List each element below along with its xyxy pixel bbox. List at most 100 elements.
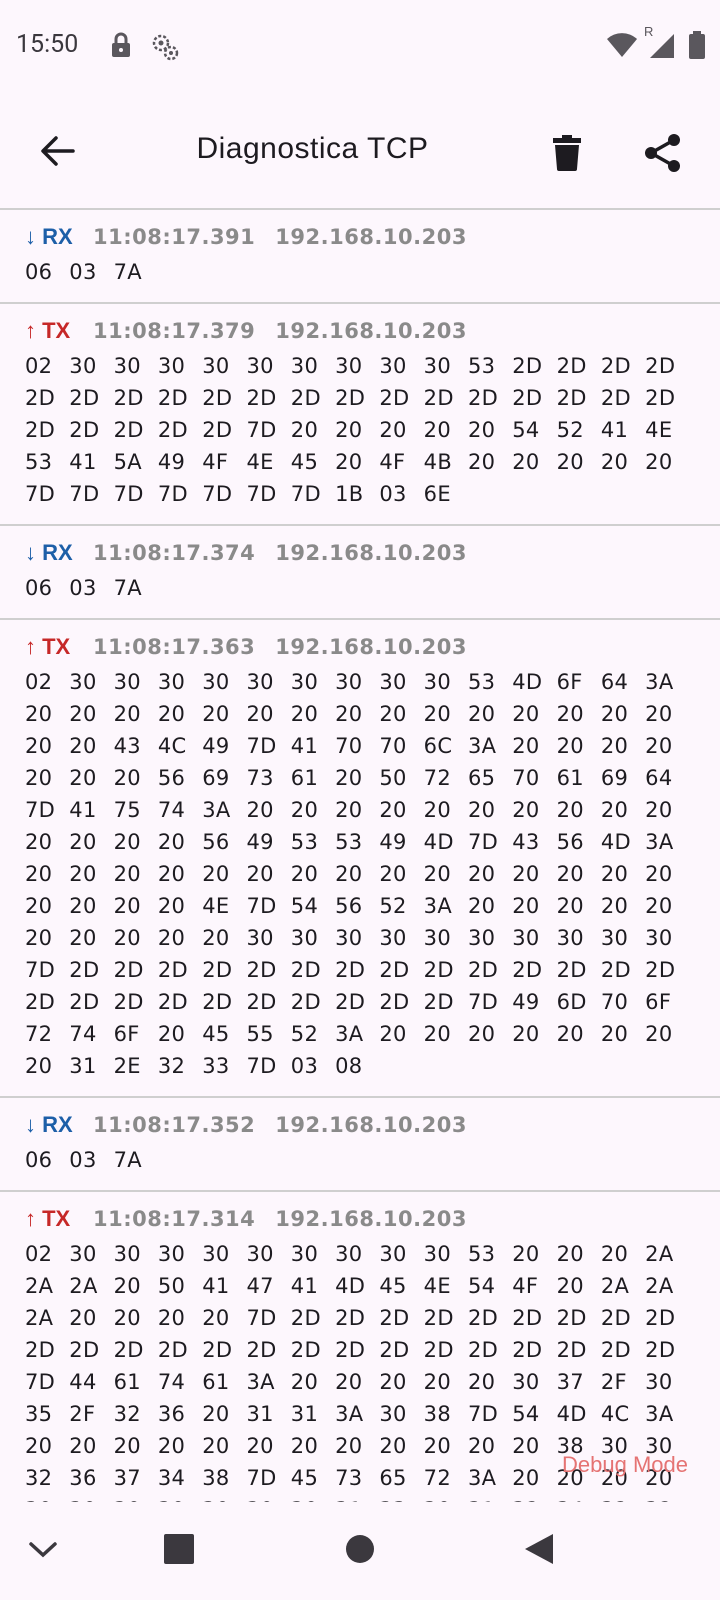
log-list[interactable]: ↓ RX 11:08:17.391 192.168.10.203 06 03 7A ↑ TX… xyxy=(0,208,720,1504)
hex-byte: 53 xyxy=(25,450,53,474)
hex-byte: 6E xyxy=(423,482,451,506)
share-button[interactable] xyxy=(636,128,690,182)
hex-byte: 2D xyxy=(25,386,56,410)
hex-byte: 74 xyxy=(69,1022,97,1046)
hex-byte: 70 xyxy=(600,990,629,1014)
hex-byte: 20 xyxy=(290,418,319,442)
hex-byte: 2A xyxy=(69,1274,98,1298)
hex-byte: 20 xyxy=(379,862,407,886)
hex-byte: 7D xyxy=(25,1370,56,1394)
hex-byte: 7D xyxy=(246,1306,277,1330)
hex-byte: 2D xyxy=(157,418,189,442)
log-timestamp: 11:08:17.374 xyxy=(93,541,256,565)
hex-byte: 2D xyxy=(113,1338,144,1362)
log-entry: ↓ RX 11:08:17.352 192.168.10.203 06 03 7A xyxy=(0,1098,720,1192)
hex-byte: 2D xyxy=(556,1338,587,1362)
hex-byte: 7A xyxy=(113,576,142,600)
hex-byte: 20 xyxy=(202,926,230,950)
hex-byte: 20 xyxy=(69,766,97,790)
hex-byte: 4E xyxy=(246,450,274,474)
hex-byte: 02 xyxy=(25,354,53,378)
settings-cog-icon xyxy=(150,32,180,66)
hex-byte: 2D xyxy=(335,990,366,1014)
hex-byte: 4D xyxy=(600,830,631,854)
nav-chevron-button[interactable] xyxy=(16,1524,70,1578)
hex-byte: 20 xyxy=(335,1370,363,1394)
hex-byte: 2F xyxy=(69,1402,96,1426)
hex-byte: 20 xyxy=(335,418,363,442)
hex-byte: 30 xyxy=(202,1242,230,1266)
hex-byte: 20 xyxy=(512,862,540,886)
hex-byte: 72 xyxy=(423,1466,451,1490)
hex-payload: 06 03 7A xyxy=(25,1144,720,1176)
hex-byte: 7D xyxy=(290,482,321,506)
hex-byte: 4C xyxy=(600,1402,630,1426)
log-entry: ↓ RX 11:08:17.374 192.168.10.203 06 03 7A xyxy=(0,526,720,620)
hex-byte: 65 xyxy=(467,766,496,790)
hex-byte: 20 xyxy=(512,798,540,822)
hex-byte: 20 xyxy=(467,1370,496,1394)
hex-byte: 2D xyxy=(69,958,100,982)
hex-byte: 20 xyxy=(202,1402,230,1426)
hex-byte: 2D xyxy=(25,990,56,1014)
hex-byte: 7D xyxy=(467,1402,499,1426)
hex-line: 20 20 20 20 56 49 53 53 49 4D 7D 43 56 4D 3A xyxy=(25,826,720,858)
hex-byte: 20 xyxy=(113,894,141,918)
hex-payload: 06 03 7A xyxy=(25,572,720,604)
nav-back-button[interactable] xyxy=(512,1524,566,1578)
hex-byte: 30 xyxy=(335,1242,363,1266)
hex-byte: 4F xyxy=(202,450,229,474)
hex-line: 02 30 30 30 30 30 30 30 30 30 53 4D 6F 64 3A xyxy=(25,666,720,698)
hex-byte: 20 xyxy=(467,418,496,442)
hex-byte: 30 xyxy=(246,1242,274,1266)
delete-button[interactable] xyxy=(540,128,594,182)
rx-direction-label: ↓ RX xyxy=(25,224,73,249)
log-ip-address: 192.168.10.203 xyxy=(275,319,467,343)
hex-byte: 2D xyxy=(290,958,321,982)
hex-byte: 7D xyxy=(246,1054,277,1078)
hex-byte: 7A xyxy=(113,1148,142,1172)
hex-byte: 37 xyxy=(113,1466,141,1490)
hex-byte: 32 xyxy=(25,1466,53,1490)
hex-byte: 2A xyxy=(25,1274,54,1298)
nav-home-button[interactable] xyxy=(333,1524,387,1578)
hex-byte: 3A xyxy=(467,734,497,758)
nav-recents-button[interactable] xyxy=(152,1524,206,1578)
hex-byte: 41 xyxy=(290,734,319,758)
hex-byte: 74 xyxy=(157,1370,186,1394)
hex-byte: 20 xyxy=(69,702,97,726)
hex-byte: 30 xyxy=(423,670,451,694)
hex-byte: 30 xyxy=(290,670,319,694)
hex-byte: 2A xyxy=(645,1274,674,1298)
hex-byte: 03 xyxy=(379,482,407,506)
hex-byte: 7D xyxy=(246,1466,277,1490)
hex-byte: 2D xyxy=(69,1338,100,1362)
hex-byte: 20 xyxy=(69,734,97,758)
hex-byte: 30 xyxy=(157,670,186,694)
hex-byte: 20 xyxy=(512,1242,540,1266)
hex-byte: 20 xyxy=(600,862,629,886)
hex-byte: 2F xyxy=(600,1370,627,1394)
hex-byte: 61 xyxy=(556,766,584,790)
hex-byte: 20 xyxy=(246,702,274,726)
hex-byte: 2D xyxy=(25,1338,56,1362)
log-ip-address: 192.168.10.203 xyxy=(275,1113,467,1137)
hex-byte: 53 xyxy=(335,830,363,854)
hex-byte: 06 xyxy=(25,260,53,284)
hex-byte: 72 xyxy=(423,766,451,790)
hex-byte: 20 xyxy=(600,734,629,758)
log-timestamp: 11:08:17.363 xyxy=(93,635,256,659)
hex-byte: 6F xyxy=(556,670,583,694)
hex-byte: 20 xyxy=(69,926,97,950)
hex-byte: 56 xyxy=(556,830,584,854)
signal-roaming-icon: R xyxy=(644,24,678,64)
hex-byte: 56 xyxy=(157,766,186,790)
hex-byte: 53 xyxy=(467,1242,496,1266)
hex-byte: 30 xyxy=(69,670,97,694)
hex-byte: 20 xyxy=(69,894,97,918)
hex-byte: 49 xyxy=(512,990,540,1014)
hex-byte: 20 xyxy=(512,702,540,726)
hex-byte: 20 xyxy=(600,798,629,822)
hex-byte: 61 xyxy=(113,1370,141,1394)
hex-byte: 20 xyxy=(202,862,230,886)
